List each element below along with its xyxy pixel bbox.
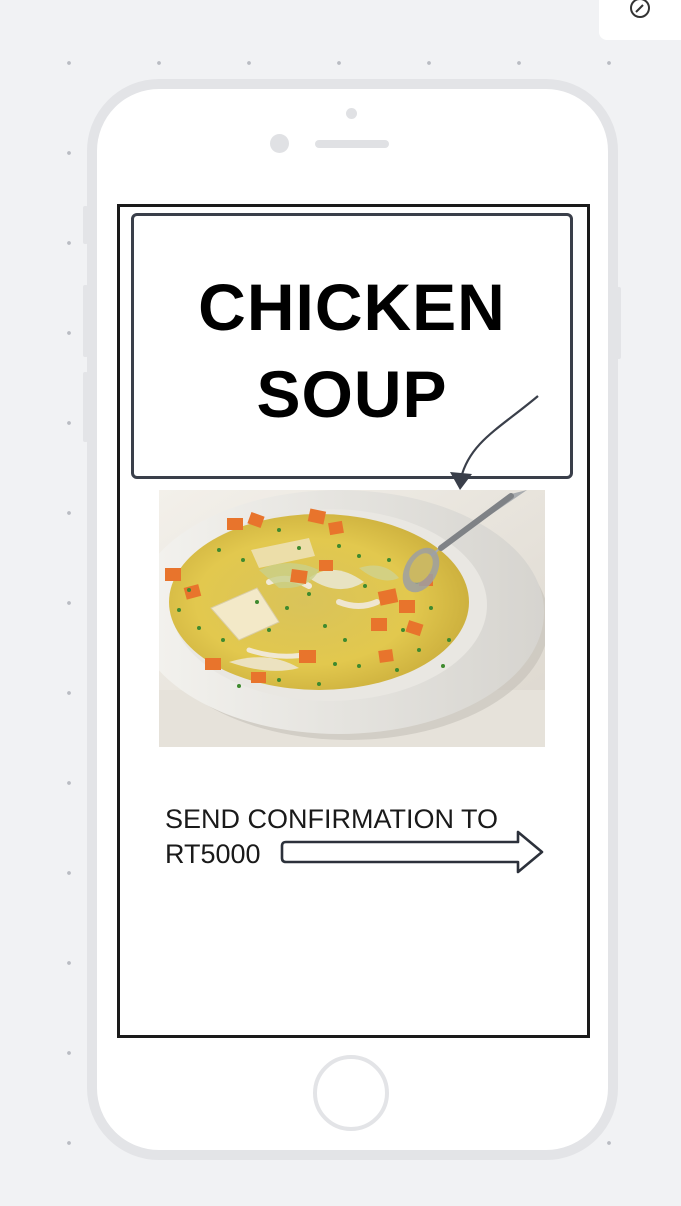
front-camera (270, 134, 289, 153)
curved-arrow-icon (450, 395, 539, 490)
magnifier-icon[interactable] (627, 0, 653, 24)
silent-switch (83, 206, 88, 244)
zoom-widget[interactable] (599, 0, 681, 40)
home-button[interactable] (313, 1055, 389, 1131)
power-button (616, 287, 621, 359)
proximity-sensor (346, 108, 357, 119)
title-line-1: CHICKEN (198, 270, 506, 344)
right-arrow-icon[interactable] (280, 828, 546, 876)
soup-image (159, 490, 545, 747)
volume-down-button (83, 372, 88, 442)
earpiece-speaker (315, 140, 389, 148)
volume-up-button (83, 285, 88, 357)
